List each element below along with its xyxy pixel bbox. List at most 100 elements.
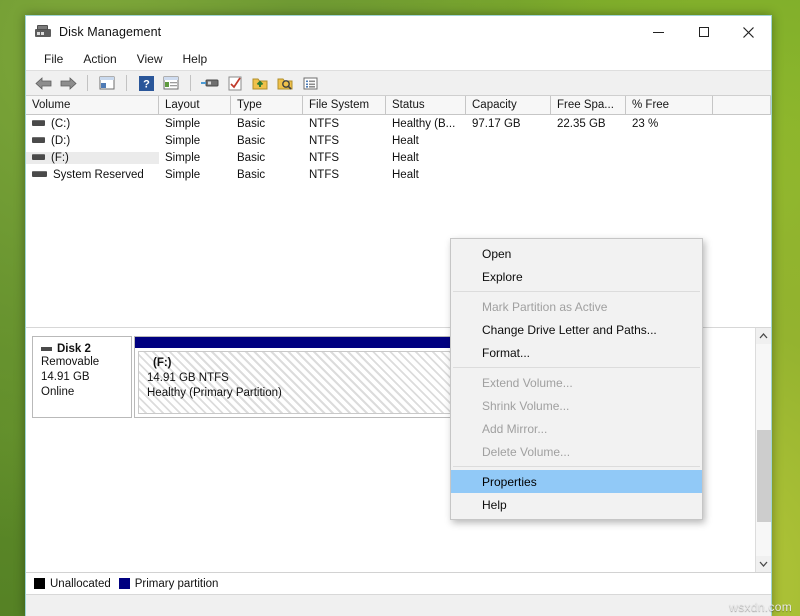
table-row[interactable]: System Reserved Simple Basic NTFS Healt — [26, 166, 771, 183]
menu-action[interactable]: Action — [73, 50, 126, 68]
context-menu-item-help[interactable]: Help — [451, 493, 702, 516]
context-menu: Open Explore Mark Partition as Active Ch… — [450, 238, 703, 520]
check-icon[interactable] — [224, 72, 246, 94]
cell-volume: (F:) — [51, 152, 69, 164]
cell-percent-free: 23 % — [626, 118, 713, 130]
rescan-disks-icon[interactable] — [199, 72, 221, 94]
toolbar-separator — [126, 75, 127, 91]
cell-file-system: NTFS — [303, 135, 386, 147]
cell-status: Healthy (B... — [386, 118, 466, 130]
context-menu-item-delete-volume: Delete Volume... — [451, 440, 702, 463]
disk-management-icon — [35, 25, 51, 39]
column-header-file-system[interactable]: File System — [303, 96, 386, 114]
column-header-type[interactable]: Type — [231, 96, 303, 114]
column-header-free-space[interactable]: Free Spa... — [551, 96, 626, 114]
legend-bar: Unallocated Primary partition — [26, 572, 771, 594]
drive-icon — [32, 171, 47, 177]
cell-volume: System Reserved — [53, 169, 144, 181]
cell-layout: Simple — [159, 118, 231, 130]
context-menu-item-explore[interactable]: Explore — [451, 265, 702, 288]
scrollbar-track[interactable] — [756, 344, 772, 556]
disk-pane-scrollbar[interactable] — [755, 328, 771, 572]
close-button[interactable] — [726, 16, 771, 48]
menu-bar: File Action View Help — [26, 48, 771, 70]
window-title: Disk Management — [59, 25, 161, 39]
disk-info-block[interactable]: Disk 2 Removable 14.91 GB Online — [32, 336, 132, 418]
context-menu-item-extend-volume: Extend Volume... — [451, 371, 702, 394]
search-icon[interactable] — [274, 72, 296, 94]
cell-file-system: NTFS — [303, 152, 386, 164]
column-header-percent-free[interactable]: % Free — [626, 96, 713, 114]
disk-name: Disk 2 — [57, 343, 91, 355]
window-controls — [636, 16, 771, 48]
legend-item-unallocated: Unallocated — [34, 578, 111, 590]
cell-layout: Simple — [159, 135, 231, 147]
disk-icon — [41, 347, 52, 351]
drive-icon — [32, 120, 45, 126]
cell-file-system: NTFS — [303, 118, 386, 130]
svg-text:?: ? — [143, 78, 150, 90]
context-menu-item-properties[interactable]: Properties — [451, 470, 702, 493]
menu-help[interactable]: Help — [173, 50, 218, 68]
drive-icon — [32, 137, 45, 143]
disk-state: Online — [41, 385, 131, 400]
show-hide-console-tree-icon[interactable] — [96, 72, 118, 94]
minimize-button[interactable] — [636, 16, 681, 48]
legend-label-unallocated: Unallocated — [50, 578, 111, 590]
cell-type: Basic — [231, 169, 303, 181]
cell-type: Basic — [231, 118, 303, 130]
menu-view[interactable]: View — [127, 50, 173, 68]
scroll-down-arrow-icon[interactable] — [756, 556, 772, 572]
legend-label-primary-partition: Primary partition — [135, 578, 219, 590]
close-icon — [742, 26, 755, 39]
cell-layout: Simple — [159, 169, 231, 181]
context-menu-separator — [453, 291, 700, 292]
column-header-volume[interactable]: Volume — [26, 96, 159, 114]
maximize-button[interactable] — [681, 16, 726, 48]
legend-item-primary-partition: Primary partition — [119, 578, 219, 590]
disk-type: Removable — [41, 355, 131, 370]
column-header-layout[interactable]: Layout — [159, 96, 231, 114]
cell-status: Healt — [386, 169, 466, 181]
context-menu-separator — [453, 466, 700, 467]
toolbar-separator — [190, 75, 191, 91]
disk-management-window: Disk Management File Action View Help ? — [25, 15, 772, 616]
disk-size: 14.91 GB — [41, 370, 131, 385]
cell-volume: (D:) — [51, 135, 70, 147]
column-header-blank[interactable] — [713, 96, 771, 114]
drive-icon — [32, 154, 45, 160]
help-icon[interactable]: ? — [135, 72, 157, 94]
context-menu-item-shrink-volume: Shrink Volume... — [451, 394, 702, 417]
cell-status: Healt — [386, 135, 466, 147]
cell-type: Basic — [231, 135, 303, 147]
cell-capacity: 97.17 GB — [466, 118, 551, 130]
context-menu-separator — [453, 367, 700, 368]
list-icon[interactable] — [299, 72, 321, 94]
scrollbar-thumb[interactable] — [757, 430, 771, 522]
title-bar: Disk Management — [26, 16, 771, 48]
forward-arrow-icon[interactable] — [57, 72, 79, 94]
context-menu-item-mark-partition-as-active: Mark Partition as Active — [451, 295, 702, 318]
cell-free-space: 22.35 GB — [551, 118, 626, 130]
disk-name-row: Disk 2 — [41, 343, 131, 355]
table-row[interactable]: (F:) Simple Basic NTFS Healt — [26, 149, 771, 166]
properties-window-icon[interactable] — [160, 72, 182, 94]
cell-volume: (C:) — [51, 118, 70, 130]
context-menu-item-format[interactable]: Format... — [451, 341, 702, 364]
column-header-status[interactable]: Status — [386, 96, 466, 114]
cell-layout: Simple — [159, 152, 231, 164]
context-menu-item-change-drive-letter-and-paths[interactable]: Change Drive Letter and Paths... — [451, 318, 702, 341]
back-arrow-icon[interactable] — [32, 72, 54, 94]
column-header-capacity[interactable]: Capacity — [466, 96, 551, 114]
table-row[interactable]: (D:) Simple Basic NTFS Healt — [26, 132, 771, 149]
context-menu-item-open[interactable]: Open — [451, 242, 702, 265]
toolbar: ? — [26, 70, 771, 96]
status-bar — [26, 594, 771, 616]
menu-file[interactable]: File — [34, 50, 73, 68]
toolbar-separator — [87, 75, 88, 91]
volume-table-header: Volume Layout Type File System Status Ca… — [26, 96, 771, 115]
scroll-up-arrow-icon[interactable] — [756, 328, 772, 344]
upload-icon[interactable] — [249, 72, 271, 94]
primary-partition-swatch-icon — [119, 578, 130, 589]
table-row[interactable]: (C:) Simple Basic NTFS Healthy (B... 97.… — [26, 115, 771, 132]
